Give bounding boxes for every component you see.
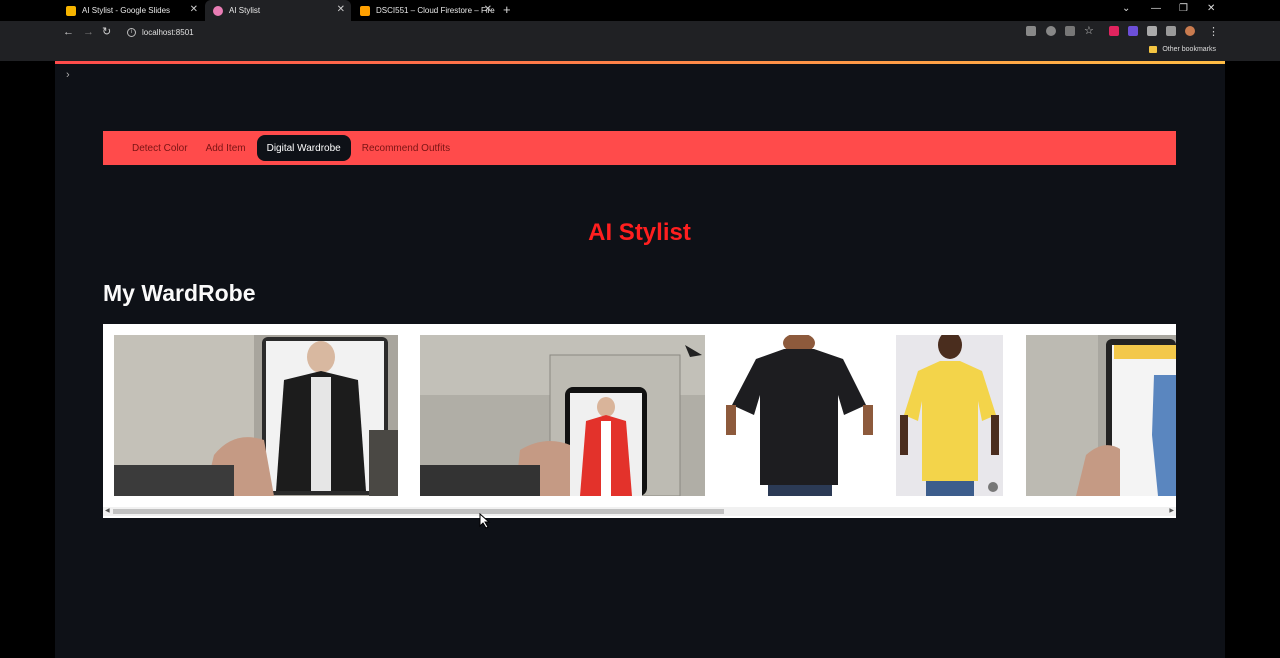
tab-title: AI Stylist bbox=[229, 6, 261, 15]
browser-tab-ai-stylist[interactable]: AI Stylist ✕ bbox=[205, 0, 351, 21]
address-bar[interactable]: i localhost:8501 bbox=[120, 23, 1120, 41]
tab-close-icon[interactable]: ✕ bbox=[484, 4, 492, 16]
browser-tab-strip: AI Stylist - Google Slides ✕ AI Stylist … bbox=[0, 0, 1280, 21]
wardrobe-item-image[interactable] bbox=[896, 335, 1003, 496]
streamlit-app: › Detect Color Add Item Digital Wardrobe… bbox=[55, 61, 1225, 658]
nav-detect-color[interactable]: Detect Color bbox=[125, 135, 195, 161]
mouse-pointer-icon bbox=[479, 513, 491, 529]
yellow-tshirt-photo bbox=[896, 335, 1003, 496]
red-jacket-photo bbox=[420, 335, 705, 496]
nav-add-item[interactable]: Add Item bbox=[199, 135, 253, 161]
wardrobe-item-image[interactable] bbox=[726, 335, 873, 496]
folder-icon bbox=[1149, 46, 1158, 53]
app-title: AI Stylist bbox=[588, 219, 691, 246]
browser-tab-firestore[interactable]: DSCI551 – Cloud Firestore – Fire ✕ bbox=[352, 0, 498, 21]
tab-close-icon[interactable]: ✕ bbox=[337, 4, 345, 16]
wardrobe-item-image[interactable] bbox=[114, 335, 398, 496]
other-bookmarks-folder[interactable]: Other bookmarks bbox=[1149, 46, 1216, 53]
bookmark-star-icon[interactable]: ☆ bbox=[1084, 24, 1094, 38]
nav-digital-wardrobe[interactable]: Digital Wardrobe bbox=[256, 135, 351, 161]
key-icon[interactable] bbox=[1046, 26, 1056, 36]
profile-avatar[interactable] bbox=[1185, 26, 1195, 36]
browser-tab-slides[interactable]: AI Stylist - Google Slides ✕ bbox=[58, 0, 204, 21]
extension-red-icon[interactable] bbox=[1109, 26, 1119, 36]
minimize-icon[interactable]: — bbox=[1151, 2, 1161, 16]
window-close-icon[interactable]: ✕ bbox=[1207, 2, 1215, 16]
side-panel-icon[interactable] bbox=[1166, 26, 1176, 36]
forward-icon[interactable]: → bbox=[83, 25, 94, 39]
top-navigation-menu: Detect Color Add Item Digital Wardrobe R… bbox=[103, 131, 1176, 165]
browser-toolbar: ← → ↻ i localhost:8501 ☆ ⋮ bbox=[0, 21, 1280, 43]
new-tab-button[interactable]: + bbox=[503, 3, 511, 17]
reload-icon[interactable]: ↻ bbox=[102, 25, 111, 39]
black-tshirt-photo bbox=[726, 335, 873, 496]
page-viewport: › Detect Color Add Item Digital Wardrobe… bbox=[0, 61, 1280, 658]
firebase-favicon-icon bbox=[360, 5, 370, 16]
wardrobe-item-image[interactable] bbox=[1026, 335, 1176, 496]
tab-title: DSCI551 – Cloud Firestore – Fire bbox=[376, 6, 495, 15]
gallery-horizontal-scrollbar[interactable]: ◀ ▶ bbox=[103, 507, 1176, 516]
menu-kebab-icon[interactable]: ⋮ bbox=[1208, 25, 1219, 39]
share-icon[interactable] bbox=[1065, 26, 1075, 36]
tab-close-icon[interactable]: ✕ bbox=[190, 4, 198, 16]
blue-jeans-photo bbox=[1026, 335, 1176, 496]
tab-search-icon[interactable]: ⌄ bbox=[1122, 2, 1130, 16]
streamlit-favicon-icon bbox=[213, 5, 223, 16]
extension-purple-icon[interactable] bbox=[1128, 26, 1138, 36]
black-leather-jacket-photo bbox=[114, 335, 398, 496]
wardrobe-gallery[interactable]: ◀ ▶ bbox=[103, 324, 1176, 518]
bookmarks-bar: Other bookmarks bbox=[0, 43, 1280, 61]
section-heading: My WardRobe bbox=[103, 280, 256, 306]
extensions-puzzle-icon[interactable] bbox=[1147, 26, 1157, 36]
back-icon[interactable]: ← bbox=[63, 25, 74, 39]
url-text: localhost:8501 bbox=[142, 27, 194, 37]
wardrobe-item-image[interactable] bbox=[420, 335, 705, 496]
nav-recommend-outfits[interactable]: Recommend Outfits bbox=[355, 135, 457, 161]
scrollbar-thumb[interactable] bbox=[113, 509, 724, 514]
scroll-left-arrow-icon[interactable]: ◀ bbox=[105, 507, 110, 516]
site-info-icon[interactable]: i bbox=[127, 27, 136, 37]
bookmark-label: Other bookmarks bbox=[1162, 46, 1216, 53]
header-decoration-bar bbox=[55, 61, 1225, 64]
slides-favicon-icon bbox=[66, 5, 76, 16]
sidebar-expand-chevron-icon[interactable]: › bbox=[66, 69, 70, 81]
scroll-right-arrow-icon[interactable]: ▶ bbox=[1169, 507, 1174, 516]
camera-icon[interactable] bbox=[1026, 26, 1036, 36]
tab-title: AI Stylist - Google Slides bbox=[82, 6, 171, 15]
restore-icon[interactable]: ❐ bbox=[1179, 2, 1188, 16]
